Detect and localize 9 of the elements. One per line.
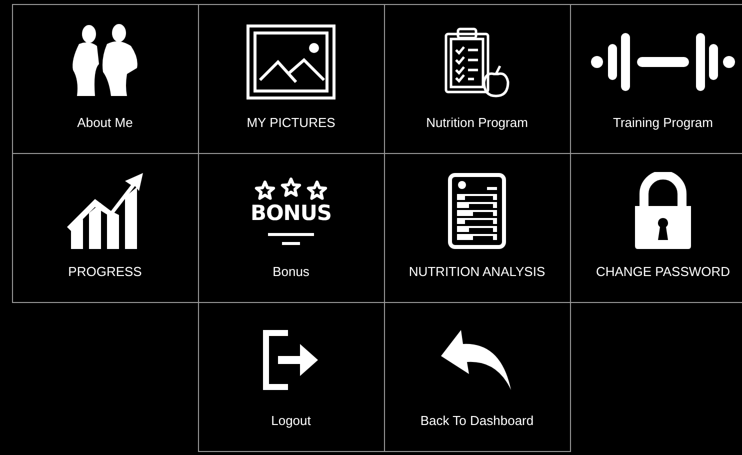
growth-chart-icon	[65, 171, 145, 251]
lock-icon	[632, 172, 694, 250]
image-icon	[246, 24, 336, 100]
menu-tile[interactable]: Back To Dashboard	[384, 302, 570, 452]
dumbbell-icon	[590, 30, 736, 94]
menu-tile[interactable]: Logout	[198, 302, 384, 452]
menu-tile[interactable]: About Me	[12, 4, 198, 154]
menu-tile[interactable]: PROGRESS	[12, 153, 198, 303]
report-sheet-icon	[447, 172, 507, 250]
